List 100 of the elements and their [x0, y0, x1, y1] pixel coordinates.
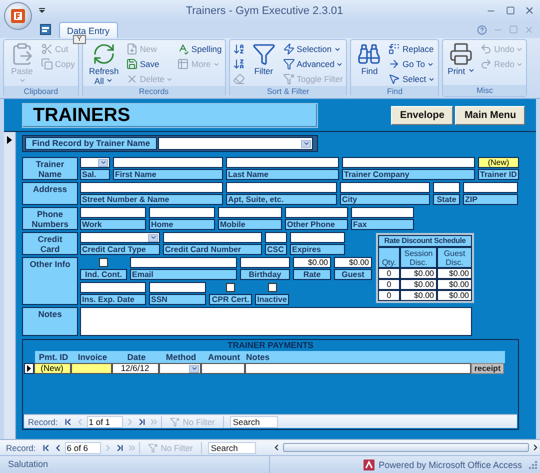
text-field[interactable] [80, 182, 223, 193]
text-field[interactable] [433, 182, 460, 193]
checkbox[interactable] [226, 283, 235, 292]
text-field[interactable] [285, 207, 348, 218]
funnel-button[interactable]: Filter [248, 42, 279, 76]
table-cell[interactable]: 0 [378, 290, 400, 301]
text-field[interactable] [80, 282, 146, 293]
table-cell[interactable]: $0.00 [400, 290, 437, 301]
save-button[interactable]: Save [126, 57, 174, 71]
text-field[interactable] [163, 232, 262, 243]
replace-button[interactable]: Replace [388, 42, 436, 56]
last-record-button[interactable] [114, 442, 125, 453]
table-cell[interactable] [71, 363, 112, 374]
currency-field[interactable]: $0.00 [334, 257, 372, 268]
refresh-button[interactable]: Refresh All [86, 42, 122, 86]
funnel-button[interactable]: Advanced [282, 57, 344, 71]
table-cell[interactable]: $0.00 [400, 279, 437, 290]
section-label: Other Info [22, 257, 78, 305]
dropdown-field[interactable] [159, 363, 201, 374]
field-caption: City [340, 194, 430, 205]
checkbox[interactable] [268, 283, 276, 292]
table-cell[interactable]: 0 [378, 279, 400, 290]
column-header: Method [164, 351, 198, 363]
group-label: Clipboard [4, 86, 78, 97]
table-cell[interactable]: 0 [378, 268, 400, 279]
column-header: Session Disc. [400, 247, 437, 268]
office-button[interactable] [4, 2, 32, 30]
trainer-dropdown-field[interactable] [158, 137, 313, 150]
field-caption: Trainer ID [478, 169, 519, 180]
quick-access-menu-icon[interactable] [38, 8, 46, 14]
column-header: Invoice [76, 351, 108, 363]
field-caption: Email [130, 269, 237, 280]
table-cell[interactable] [201, 363, 245, 374]
field-caption: CSC [265, 244, 287, 255]
field-caption: First Name [113, 169, 223, 180]
find-record-label: Find Record by Trainer Name [25, 137, 157, 150]
field-caption: Expires [290, 244, 345, 255]
field-caption: Inactive [255, 294, 289, 305]
text-field[interactable] [290, 232, 345, 243]
resize-grip-icon[interactable] [528, 460, 538, 470]
dropdown-field[interactable] [80, 157, 110, 168]
table-cell[interactable]: $0.00 [437, 279, 472, 290]
column-header: Notes [246, 351, 271, 363]
sort-descending-button[interactable] [232, 57, 245, 71]
search-field[interactable]: Search [230, 416, 278, 428]
funnel-x-icon [148, 442, 158, 452]
printer-button[interactable]: Print [446, 42, 476, 76]
search-field[interactable]: Search [208, 442, 256, 454]
record-position-field[interactable]: 1 of 1 [86, 416, 123, 428]
id-field[interactable]: (New) [478, 157, 519, 168]
new-arrow-icon [148, 416, 159, 426]
form-button[interactable]: Envelope [391, 106, 454, 125]
receipt-button[interactable]: receipt [471, 363, 504, 374]
text-field[interactable] [226, 182, 337, 193]
checkbox[interactable] [99, 258, 108, 267]
text-field[interactable] [149, 207, 215, 218]
first-record-button[interactable] [62, 416, 73, 427]
binoculars-button[interactable]: Find [354, 42, 384, 76]
table-cell[interactable]: (New) [34, 363, 71, 374]
arrow-right-button[interactable]: Go To [388, 57, 436, 71]
table-cell[interactable]: $0.00 [400, 268, 437, 279]
table-cell[interactable]: $0.00 [437, 268, 472, 279]
text-field[interactable] [226, 157, 339, 168]
row-selector[interactable] [24, 363, 34, 374]
sort-ascending-button[interactable] [232, 42, 245, 56]
field-caption: Trainer Company [342, 169, 475, 180]
spelling-button[interactable]: Spelling [177, 42, 222, 56]
dropdown-arrow-icon [148, 234, 158, 242]
funnel-x-icon [282, 73, 295, 85]
currency-field[interactable]: $0.00 [293, 257, 331, 268]
text-field[interactable] [342, 157, 475, 168]
text-field[interactable] [265, 232, 287, 243]
notes-field[interactable] [80, 307, 472, 336]
text-field[interactable] [149, 282, 206, 293]
table-cell[interactable]: $0.00 [437, 290, 472, 301]
table-cell[interactable] [245, 363, 471, 374]
new-arrow-icon [126, 442, 137, 452]
group-label: Misc [443, 85, 526, 96]
text-field[interactable] [113, 157, 223, 168]
text-field[interactable] [218, 207, 282, 218]
lightning-button[interactable]: Selection [282, 42, 344, 56]
field-caption: Last Name [226, 169, 339, 180]
field-caption: SSN [149, 294, 206, 305]
text-field[interactable] [80, 207, 146, 218]
form-button[interactable]: Main Menu [455, 106, 526, 125]
pointer-button[interactable]: Select [388, 72, 436, 86]
field-caption: ZIP [463, 194, 518, 205]
text-field[interactable] [240, 257, 290, 268]
scroll-right-icon[interactable] [531, 443, 540, 452]
text-field[interactable] [463, 182, 518, 193]
table-cell[interactable]: 12/6/12 [112, 363, 159, 374]
first-record-button[interactable] [40, 442, 51, 453]
text-field[interactable] [340, 182, 430, 193]
last-record-button[interactable] [136, 416, 147, 427]
text-field[interactable] [351, 207, 414, 218]
dropdown-field[interactable] [80, 232, 160, 243]
record-position-field[interactable]: 6 of 6 [64, 442, 101, 454]
text-field[interactable] [130, 257, 237, 268]
help-icon[interactable] [477, 25, 487, 35]
form-icon[interactable] [40, 24, 51, 35]
